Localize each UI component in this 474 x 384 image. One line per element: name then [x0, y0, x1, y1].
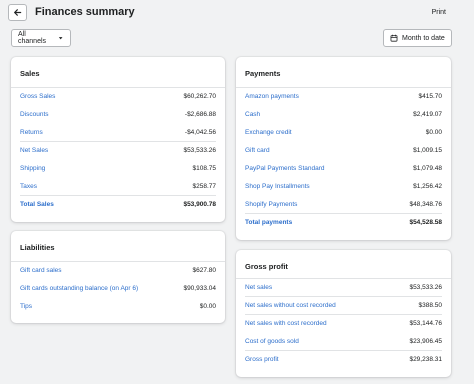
gross-profit-row-with-cost: Net sales with cost recorded $53,144.76 [245, 314, 442, 332]
tips-value: $0.00 [199, 302, 216, 310]
back-button[interactable] [8, 4, 27, 21]
sales-row-total: Total Sales $53,900.78 [20, 195, 216, 213]
liabilities-row-tips: Tips $0.00 [20, 297, 216, 315]
amazon-payments-link[interactable]: Amazon payments [245, 93, 299, 100]
gross-profit-row-net-sales: Net sales $53,533.26 [245, 278, 442, 296]
gross-profit-value: $29,238.31 [409, 355, 442, 363]
caret-down-icon [58, 37, 63, 40]
gift-card-link[interactable]: Gift card [245, 147, 270, 154]
liabilities-card-title: Liabilities [20, 243, 55, 252]
total-sales-link[interactable]: Total Sales [20, 201, 54, 208]
arrow-left-icon [14, 9, 22, 16]
amazon-payments-value: $415.70 [418, 92, 443, 100]
shipping-value: $108.75 [192, 164, 217, 172]
gross-profit-row-without-cost: Net sales without cost recorded $388.50 [245, 296, 442, 314]
sales-row-taxes: Taxes $258.77 [20, 177, 216, 195]
payments-row-paypal: PayPal Payments Standard $1,079.48 [245, 159, 442, 177]
returns-value: -$4,042.56 [184, 128, 216, 136]
sales-row-shipping: Shipping $108.75 [20, 159, 216, 177]
net-sales-without-cost-value: $388.50 [418, 301, 443, 309]
payments-row-shopify: Shopify Payments $48,348.76 [245, 195, 442, 213]
channels-dropdown-label: All channels [18, 31, 47, 45]
total-sales-value: $53,900.78 [183, 200, 216, 208]
net-sales-value: $53,533.26 [183, 146, 216, 154]
net-sales-with-cost-link[interactable]: Net sales with cost recorded [245, 320, 327, 327]
cost-of-goods-sold-link[interactable]: Cost of goods sold [245, 338, 299, 345]
tips-link[interactable]: Tips [20, 303, 32, 310]
gift-cards-outstanding-link[interactable]: Gift cards outstanding balance (on Apr 6… [20, 285, 138, 292]
cost-of-goods-sold-value: $23,906.45 [409, 337, 442, 345]
cash-value: $2,419.07 [413, 110, 442, 118]
payments-card-title: Payments [245, 69, 281, 78]
gross-sales-link[interactable]: Gross Sales [20, 93, 55, 100]
sales-card-title: Sales [20, 69, 40, 78]
gross-profit-card: Gross profit Net sales $53,533.26 Net sa… [236, 250, 451, 377]
gift-card-value: $1,009.15 [413, 146, 442, 154]
gift-card-sales-value: $627.80 [192, 266, 217, 274]
sales-row-gross-sales: Gross Sales $60,262.70 [20, 87, 216, 105]
shipping-link[interactable]: Shipping [20, 165, 45, 172]
gift-cards-outstanding-value: $90,933.04 [183, 284, 216, 292]
taxes-value: $258.77 [192, 182, 217, 190]
sales-row-returns: Returns -$4,042.56 [20, 123, 216, 141]
paypal-value: $1,079.48 [413, 164, 442, 172]
exchange-credit-link[interactable]: Exchange credit [245, 129, 292, 136]
payments-row-shop-pay: Shop Pay Installments $1,256.42 [245, 177, 442, 195]
shopify-payments-link[interactable]: Shopify Payments [245, 201, 297, 208]
payments-card: Payments Amazon payments $415.70 Cash $2… [236, 57, 451, 240]
taxes-link[interactable]: Taxes [20, 183, 37, 190]
net-sales-link[interactable]: Net Sales [20, 147, 48, 154]
gift-card-sales-link[interactable]: Gift card sales [20, 267, 62, 274]
exchange-credit-value: $0.00 [425, 128, 442, 136]
gp-net-sales-value: $53,533.26 [409, 283, 442, 291]
print-button[interactable]: Print [432, 9, 446, 16]
liabilities-row-outstanding-balance: Gift cards outstanding balance (on Apr 6… [20, 279, 216, 297]
shopify-payments-value: $48,348.76 [409, 200, 442, 208]
sales-card: Sales Gross Sales $60,262.70 Discounts -… [11, 57, 225, 222]
gross-profit-row-gross-profit: Gross profit $29,238.31 [245, 350, 442, 368]
payments-row-total: Total payments $54,528.58 [245, 213, 442, 231]
discounts-value: -$2,686.88 [184, 110, 216, 118]
total-payments-value: $54,528.58 [409, 218, 442, 226]
payments-row-cash: Cash $2,419.07 [245, 105, 442, 123]
payments-row-exchange-credit: Exchange credit $0.00 [245, 123, 442, 141]
net-sales-with-cost-value: $53,144.76 [409, 319, 442, 327]
liabilities-row-gift-card-sales: Gift card sales $627.80 [20, 261, 216, 279]
page-title: Finances summary [35, 6, 135, 18]
gross-profit-card-title: Gross profit [245, 262, 288, 271]
shop-pay-value: $1,256.42 [413, 182, 442, 190]
cash-link[interactable]: Cash [245, 111, 260, 118]
date-range-label: Month to date [402, 34, 445, 42]
shop-pay-link[interactable]: Shop Pay Installments [245, 183, 310, 190]
date-range-button[interactable]: Month to date [383, 29, 452, 47]
gross-profit-link[interactable]: Gross profit [245, 356, 279, 363]
net-sales-without-cost-link[interactable]: Net sales without cost recorded [245, 302, 336, 309]
payments-row-gift-card: Gift card $1,009.15 [245, 141, 442, 159]
liabilities-card: Liabilities Gift card sales $627.80 Gift… [11, 231, 225, 323]
total-payments-link[interactable]: Total payments [245, 219, 292, 226]
gp-net-sales-link[interactable]: Net sales [245, 284, 272, 291]
gross-sales-value: $60,262.70 [183, 92, 216, 100]
payments-row-amazon: Amazon payments $415.70 [245, 87, 442, 105]
channels-dropdown[interactable]: All channels [11, 29, 71, 47]
paypal-link[interactable]: PayPal Payments Standard [245, 165, 325, 172]
sales-row-discounts: Discounts -$2,686.88 [20, 105, 216, 123]
discounts-link[interactable]: Discounts [20, 111, 49, 118]
returns-link[interactable]: Returns [20, 129, 43, 136]
sales-row-net-sales: Net Sales $53,533.26 [20, 141, 216, 159]
calendar-icon [390, 34, 398, 42]
gross-profit-row-cogs: Cost of goods sold $23,906.45 [245, 332, 442, 350]
